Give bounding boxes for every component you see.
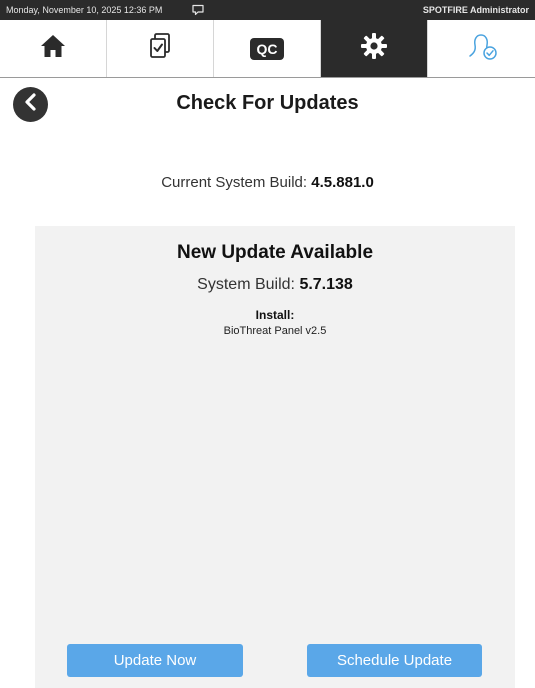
update-panel: New Update Available System Build: 5.7.1… (35, 226, 515, 688)
new-system-build: System Build: 5.7.138 (35, 276, 515, 294)
install-label: Install: (255, 308, 295, 322)
nav-checklist[interactable] (107, 20, 214, 77)
nav-qc[interactable]: QC (214, 20, 321, 77)
status-user-name: SPOTFIRE Administrator (422, 5, 529, 15)
check-for-updates-screen: Monday, November 10, 2025 12:36 PM SPOTF… (0, 0, 535, 688)
nav-user[interactable] (428, 20, 535, 77)
checklist-icon (149, 33, 171, 64)
update-heading: New Update Available (176, 242, 374, 263)
status-bar: Monday, November 10, 2025 12:36 PM SPOTF… (0, 0, 535, 20)
gear-icon (360, 32, 388, 65)
main-nav-bar: QC (0, 20, 535, 78)
user-verified-icon (465, 31, 499, 66)
new-build-value: 5.7.138 (299, 276, 353, 293)
update-now-button[interactable]: Update Now (67, 644, 243, 677)
qc-icon: QC (250, 37, 284, 60)
nav-settings[interactable] (321, 20, 428, 77)
current-system-build: Current System Build: 4.5.881.0 (0, 174, 535, 191)
page-title: Check For Updates (176, 92, 359, 114)
home-icon (40, 34, 66, 63)
current-build-value: 4.5.881.0 (311, 174, 374, 191)
chat-icon[interactable] (192, 4, 204, 16)
nav-home[interactable] (0, 20, 107, 77)
schedule-update-button[interactable]: Schedule Update (307, 644, 482, 677)
current-build-label: Current System Build: (161, 174, 308, 191)
new-build-label: System Build: (197, 276, 295, 293)
install-item: BioThreat Panel v2.5 (223, 325, 327, 337)
status-datetime: Monday, November 10, 2025 12:36 PM (6, 5, 163, 15)
